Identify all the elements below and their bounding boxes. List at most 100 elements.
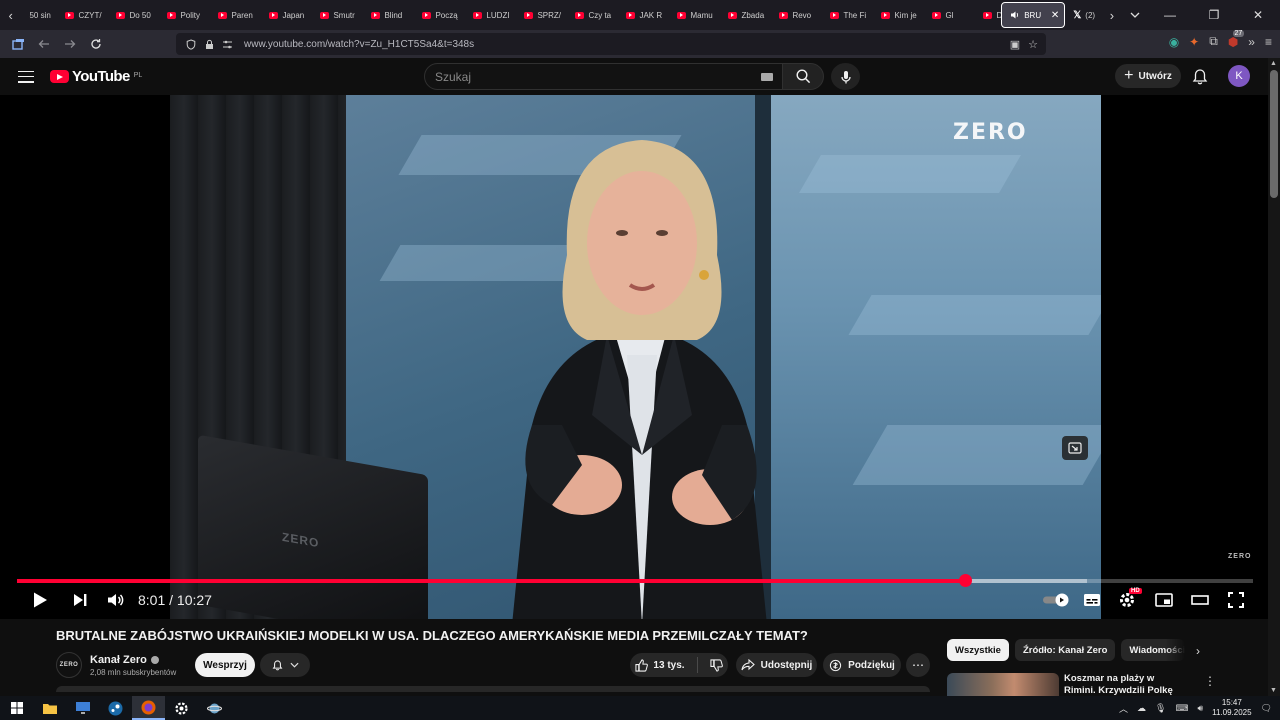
url-text[interactable]: www.youtube.com/watch?v=Zu_H1CT5Sa4&t=34… bbox=[244, 39, 474, 50]
scroll-up-icon[interactable]: ▲ bbox=[1270, 60, 1277, 67]
channel-name[interactable]: Kanał Zero bbox=[90, 654, 147, 666]
tab-active[interactable]: BRU ✕ bbox=[1001, 2, 1066, 28]
taskbar-app-monitor[interactable] bbox=[66, 696, 99, 720]
permissions-icon[interactable] bbox=[220, 37, 234, 51]
fullscreen-button[interactable] bbox=[1222, 585, 1250, 615]
search-button[interactable] bbox=[782, 63, 824, 90]
taskbar-file-explorer[interactable] bbox=[33, 696, 66, 720]
dislike-button[interactable] bbox=[709, 658, 723, 672]
tab-x[interactable]: 𝕏 (2) bbox=[1065, 2, 1101, 28]
scroll-tabs-right-button[interactable]: › bbox=[1101, 0, 1122, 30]
picture-in-picture-icon[interactable]: ▣ bbox=[1010, 38, 1020, 51]
adblock-extension-icon[interactable]: ⬢ 27 bbox=[1228, 29, 1245, 49]
forward-button[interactable] bbox=[58, 32, 82, 56]
voice-search-button[interactable] bbox=[831, 63, 860, 90]
browser-tab[interactable]: CZYT/ bbox=[57, 2, 108, 28]
browser-tab[interactable]: Kim je bbox=[873, 2, 924, 28]
tab-overview-button[interactable] bbox=[6, 32, 30, 56]
chips-next-button[interactable]: › bbox=[1188, 640, 1208, 662]
youtube-logo[interactable]: YouTube PL bbox=[50, 68, 142, 85]
list-all-tabs-button[interactable] bbox=[1123, 0, 1148, 30]
notifications-tray-icon[interactable]: 🗨︎ bbox=[1261, 703, 1272, 714]
miniplayer-button[interactable] bbox=[1150, 585, 1178, 615]
video-player[interactable]: ZERO ZERO ZERO 8:01 / 10:27 HD bbox=[0, 95, 1268, 619]
browser-tab[interactable]: Paren bbox=[210, 2, 261, 28]
address-bar[interactable]: www.youtube.com/watch?v=Zu_H1CT5Sa4&t=34… bbox=[176, 33, 1046, 55]
browser-tab[interactable]: Japan bbox=[261, 2, 312, 28]
share-button[interactable]: Udostępnij bbox=[736, 653, 817, 677]
browser-tab[interactable]: Gl bbox=[924, 2, 975, 28]
mute-button[interactable] bbox=[102, 585, 130, 615]
tray-overflow-icon[interactable]: ︿ bbox=[1119, 702, 1128, 715]
autoplay-toggle[interactable] bbox=[1040, 585, 1072, 615]
keyboard-icon[interactable] bbox=[761, 72, 773, 81]
browser-tab[interactable]: DZIEN bbox=[975, 2, 1001, 28]
more-actions-button[interactable]: ⋯ bbox=[906, 653, 930, 677]
account-avatar[interactable]: K bbox=[1228, 65, 1250, 87]
description-box[interactable] bbox=[56, 686, 930, 692]
thanks-button[interactable]: Podziękuj bbox=[823, 653, 901, 677]
taskbar-firefox[interactable] bbox=[132, 696, 165, 720]
recommendation-title[interactable]: Koszmar na plaży w Rimini. Krzywdzili Po… bbox=[1064, 673, 1184, 697]
taskbar-app-misc[interactable] bbox=[198, 696, 231, 720]
annotation-button[interactable] bbox=[1062, 436, 1088, 460]
settings-button[interactable]: HD bbox=[1114, 585, 1142, 615]
browser-tab[interactable]: Polity bbox=[159, 2, 210, 28]
overflow-chevron-icon[interactable]: » bbox=[1248, 35, 1255, 49]
play-button[interactable] bbox=[26, 585, 54, 615]
page-scrollbar[interactable]: ▲ ▼ bbox=[1268, 58, 1280, 696]
browser-tab[interactable]: Blind bbox=[363, 2, 414, 28]
filter-chip[interactable]: Wiadomości z bbox=[1121, 639, 1186, 661]
extensions-icon[interactable]: ⧉ bbox=[1209, 34, 1218, 49]
shield-icon[interactable] bbox=[184, 37, 198, 51]
onedrive-icon[interactable]: ☁ bbox=[1137, 703, 1146, 714]
browser-tab[interactable]: Zbada bbox=[720, 2, 771, 28]
guide-menu-icon[interactable] bbox=[18, 70, 34, 83]
recommendation-menu-icon[interactable]: ⋮ bbox=[1204, 674, 1216, 688]
lock-icon[interactable] bbox=[202, 37, 216, 51]
browser-tab[interactable]: SPRZ/ bbox=[516, 2, 567, 28]
notifications-button[interactable] bbox=[1190, 67, 1210, 87]
progress-bar[interactable] bbox=[17, 574, 1253, 587]
start-button[interactable] bbox=[0, 696, 33, 720]
app-menu-icon[interactable]: ≡ bbox=[1265, 35, 1272, 49]
subtitles-button[interactable] bbox=[1078, 585, 1106, 615]
back-button[interactable] bbox=[32, 32, 56, 56]
video-frame[interactable]: ZERO ZERO bbox=[170, 95, 1101, 619]
filter-chip[interactable]: Wszystkie bbox=[947, 639, 1009, 661]
browser-tab[interactable]: Revo bbox=[771, 2, 822, 28]
filter-chip[interactable]: Źródło: Kanał Zero bbox=[1014, 639, 1116, 661]
channel-avatar[interactable]: ZERO bbox=[56, 652, 82, 678]
reload-button[interactable] bbox=[84, 32, 108, 56]
support-button[interactable]: Wesprzyj bbox=[195, 653, 255, 677]
network-icon[interactable]: ⌨ bbox=[1175, 703, 1188, 714]
browser-tab[interactable]: Do 50 bbox=[108, 2, 159, 28]
next-button[interactable] bbox=[66, 585, 94, 615]
taskbar-settings-app[interactable] bbox=[165, 696, 198, 720]
clock[interactable]: 15:47 11.09.2025 bbox=[1212, 698, 1251, 718]
microphone-tray-icon[interactable]: 🎙︎ bbox=[1155, 703, 1166, 714]
recommendation-thumbnail[interactable] bbox=[947, 673, 1059, 697]
scrollbar-thumb[interactable] bbox=[1270, 70, 1278, 198]
vpn-extension-icon[interactable]: ◉ bbox=[1169, 35, 1179, 49]
minimize-button[interactable]: — bbox=[1148, 0, 1192, 30]
scroll-down-icon[interactable]: ▼ bbox=[1270, 687, 1277, 694]
browser-tab[interactable]: The Fi bbox=[822, 2, 873, 28]
browser-tab[interactable]: LUDZI bbox=[465, 2, 516, 28]
bookmark-star-icon[interactable]: ☆ bbox=[1028, 38, 1038, 51]
browser-tab[interactable]: Czy ta bbox=[567, 2, 618, 28]
create-button[interactable]: + Utwórz bbox=[1115, 64, 1181, 88]
browser-tab[interactable]: JAK R bbox=[618, 2, 669, 28]
search-input[interactable]: Szukaj bbox=[424, 63, 784, 90]
close-window-button[interactable]: ✕ bbox=[1236, 0, 1280, 30]
like-button[interactable]: 13 tys. bbox=[635, 658, 685, 672]
notification-preference-button[interactable] bbox=[260, 653, 310, 677]
browser-tab[interactable]: Smutr bbox=[312, 2, 363, 28]
scroll-tabs-left-button[interactable]: ‹ bbox=[0, 0, 21, 30]
close-tab-icon[interactable]: ✕ bbox=[1051, 10, 1059, 21]
restore-button[interactable]: ❐ bbox=[1192, 0, 1236, 30]
taskbar-steam[interactable] bbox=[99, 696, 132, 720]
fox-extension-icon[interactable]: ✦ bbox=[1189, 35, 1199, 49]
volume-tray-icon[interactable]: 🔊︎ bbox=[1197, 703, 1203, 714]
browser-tab[interactable]: 50 sin bbox=[21, 2, 57, 28]
